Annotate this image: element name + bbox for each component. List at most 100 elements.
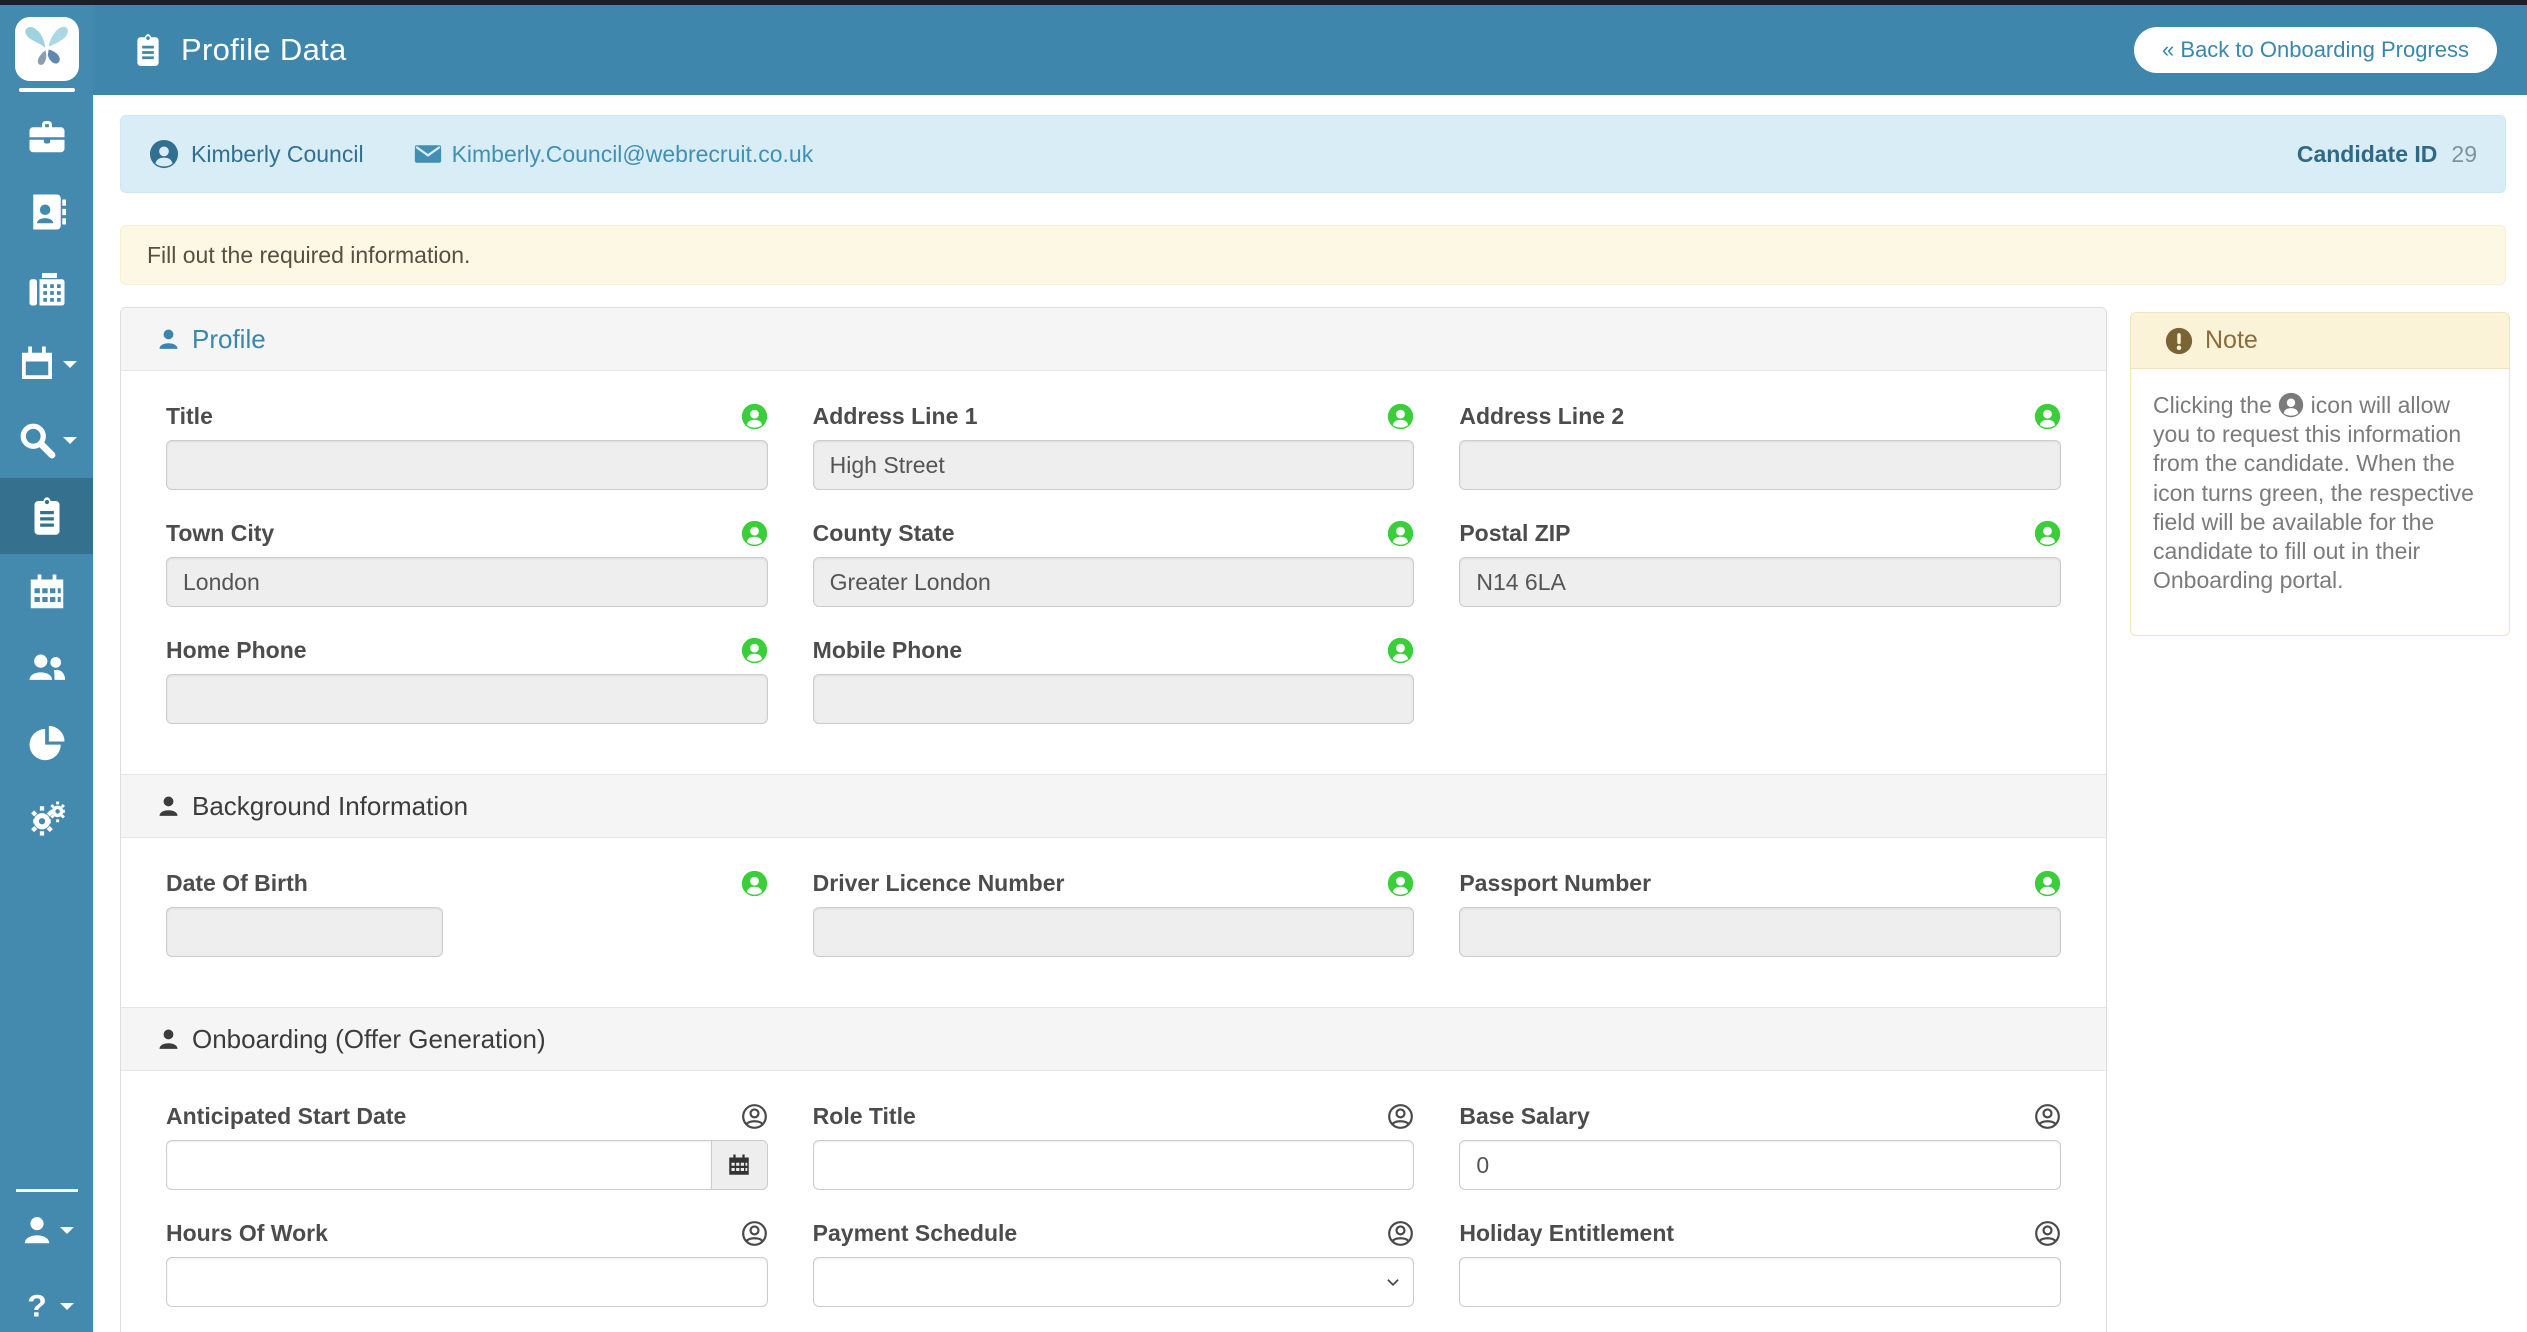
request-from-candidate-icon[interactable] [2034, 1103, 2061, 1130]
request-from-candidate-icon[interactable] [1387, 637, 1414, 664]
request-from-candidate-icon[interactable] [741, 1220, 768, 1247]
page-title: Profile Data [181, 32, 347, 67]
clipboard-icon [131, 33, 165, 67]
field-passport-number: Passport Number [1459, 870, 2061, 957]
field-label-title: Title [166, 403, 213, 429]
sidebar-item-communications[interactable] [0, 250, 93, 326]
butterfly-logo-icon [21, 21, 73, 78]
note-header: Note [2131, 313, 2509, 369]
field-role-title: Role Title [812, 1103, 1415, 1190]
section-title: Background Information [192, 790, 469, 821]
candidate-id-value: 29 [2451, 140, 2477, 167]
field-label-base-salary: Base Salary [1459, 1103, 1590, 1129]
field-driver-licence-number: Driver Licence Number [812, 870, 1415, 957]
field-county-state: County State [812, 520, 1415, 607]
sidebar-item-jobs[interactable] [0, 98, 93, 174]
base-salary-input[interactable] [1459, 1140, 2061, 1190]
request-from-candidate-icon[interactable] [1387, 403, 1414, 430]
request-from-candidate-icon[interactable] [741, 1103, 768, 1130]
role-title-input[interactable] [812, 1140, 1415, 1190]
field-home-phone: Home Phone [166, 637, 768, 724]
field-label-driver-licence-number: Driver Licence Number [812, 870, 1065, 896]
search-icon [17, 420, 57, 460]
field-label-date-of-birth: Date Of Birth [166, 870, 308, 896]
caret-down-icon [62, 361, 77, 375]
sidebar-item-calendar-menu[interactable] [0, 326, 93, 402]
pie-chart-icon [27, 724, 67, 764]
address-book-icon [27, 192, 67, 232]
request-from-candidate-icon[interactable] [741, 870, 768, 897]
field-label-county-state: County State [812, 520, 955, 546]
hours-of-work-input[interactable] [166, 1257, 768, 1307]
request-from-candidate-icon[interactable] [1387, 1103, 1414, 1130]
request-from-candidate-icon[interactable] [1387, 1220, 1414, 1247]
candidate-email-link[interactable]: Kimberly.Council@webrecruit.co.uk [404, 140, 813, 168]
note-body: Clicking the icon will allow you to requ… [2153, 392, 2474, 594]
exclamation-circle-icon [2165, 327, 2193, 355]
person-icon [156, 794, 181, 819]
field-label-home-phone: Home Phone [166, 637, 307, 663]
request-from-candidate-icon[interactable] [741, 520, 768, 547]
section-body-onboarding-offer-generation: Anticipated Start Date Role Title Base Sal… [121, 1071, 2106, 1332]
driver-licence-number-input [812, 907, 1415, 957]
request-from-candidate-icon[interactable] [741, 637, 768, 664]
sidebar-item-settings[interactable] [0, 782, 93, 858]
person-icon [156, 327, 181, 352]
field-address-line-2: Address Line 2 [1459, 403, 2061, 490]
note-title: Note [2205, 326, 2258, 354]
section-body-background-information: Date Of Birth Driver Licence Number Passpo… [121, 838, 2106, 1007]
payment-schedule-select[interactable] [812, 1257, 1415, 1307]
request-from-candidate-icon[interactable] [741, 403, 768, 430]
sidebar-item-account[interactable] [0, 1192, 93, 1268]
app-logo[interactable] [14, 17, 79, 81]
note-panel: Note Clicking the icon will allow you to… [2130, 312, 2510, 637]
holiday-entitlement-input[interactable] [1459, 1257, 2061, 1307]
field-town-city: Town City [166, 520, 768, 607]
sidebar-nav [0, 98, 93, 858]
passport-number-input [1459, 907, 2061, 957]
back-to-onboarding-button[interactable]: « Back to Onboarding Progress [2134, 27, 2497, 73]
field-title: Title [166, 403, 768, 490]
main-content: Kimberly Council Kimberly.Council@webrec… [93, 95, 2527, 1332]
home-phone-input [166, 674, 768, 724]
svg-text:?: ? [27, 1289, 46, 1323]
sidebar-item-profile-data[interactable] [0, 478, 93, 554]
sidebar-item-candidates[interactable] [0, 174, 93, 250]
request-from-candidate-icon[interactable] [2034, 1220, 2061, 1247]
sidebar-item-people[interactable] [0, 630, 93, 706]
field-label-hours-of-work: Hours Of Work [166, 1220, 328, 1246]
field-holiday-entitlement: Holiday Entitlement [1459, 1220, 2061, 1307]
sidebar-item-search-menu[interactable] [0, 402, 93, 478]
section-header-background-information: Background Information [121, 774, 2106, 838]
field-payment-schedule: Payment Schedule [812, 1220, 1415, 1307]
section-header-profile: Profile [121, 308, 2106, 371]
request-from-candidate-icon[interactable] [1387, 520, 1414, 547]
field-postal-zip: Postal ZIP [1459, 520, 2061, 607]
sidebar-item-help[interactable]: ? [0, 1268, 93, 1332]
sidebar-item-schedule[interactable] [0, 554, 93, 630]
request-from-candidate-icon[interactable] [2034, 403, 2061, 430]
candidate-info-bar: Kimberly Council Kimberly.Council@webrec… [120, 115, 2506, 193]
candidate-id: Candidate ID 29 [2297, 141, 2477, 168]
sidebar: ? [0, 5, 93, 1332]
section-title: Profile [192, 323, 266, 354]
mobile-phone-input [812, 674, 1415, 724]
date-picker-button[interactable] [710, 1140, 768, 1190]
field-mobile-phone: Mobile Phone [812, 637, 1415, 724]
field-label-role-title: Role Title [812, 1103, 916, 1129]
anticipated-start-date-input[interactable] [166, 1140, 711, 1190]
candidate-name: Kimberly Council [191, 140, 364, 167]
request-from-candidate-icon[interactable] [1387, 870, 1414, 897]
field-hours-of-work: Hours Of Work [166, 1220, 768, 1307]
section-title: Onboarding (Offer Generation) [192, 1023, 546, 1054]
fax-icon [27, 268, 67, 308]
caret-down-icon [59, 1227, 74, 1241]
sidebar-item-reports[interactable] [0, 706, 93, 782]
postal-zip-input [1459, 557, 2061, 607]
request-from-candidate-icon[interactable] [2034, 520, 2061, 547]
users-icon [27, 648, 67, 688]
logo-active-underline [18, 88, 75, 92]
window-top-strip [0, 0, 2527, 5]
field-label-postal-zip: Postal ZIP [1459, 520, 1571, 546]
request-from-candidate-icon[interactable] [2034, 870, 2061, 897]
